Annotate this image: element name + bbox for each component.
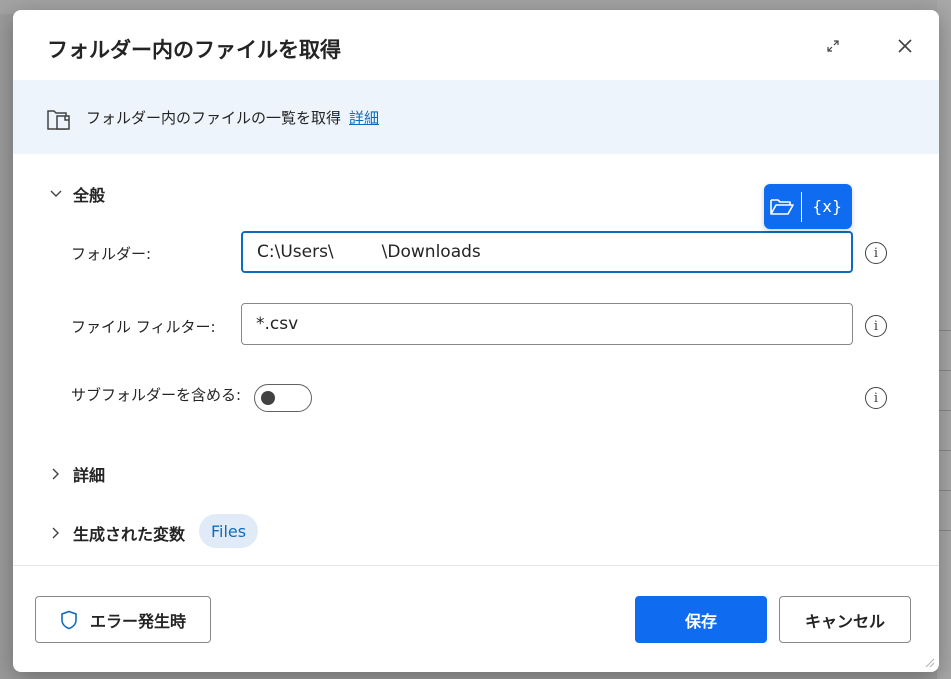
include-subfolders-help-icon[interactable]: i <box>865 387 887 409</box>
folder-help-icon[interactable]: i <box>865 242 887 264</box>
folder-label: フォルダー: <box>71 245 152 263</box>
description-banner: フォルダー内のファイルの一覧を取得 詳細 <box>13 80 939 154</box>
details-section-label: 詳細 <box>73 466 106 485</box>
shield-icon <box>61 610 77 629</box>
expand-icon <box>827 40 839 52</box>
file-filter-input[interactable]: *.csv <box>241 303 853 345</box>
folder-input[interactable]: C:\Users\ \Downloads <box>241 231 853 273</box>
folder-picker-toolbar: {x} <box>764 184 852 229</box>
on-error-button[interactable]: エラー発生時 <box>35 596 211 643</box>
folder-files-icon <box>47 110 70 130</box>
footer-divider <box>13 565 939 566</box>
general-section-toggle[interactable]: 全般 <box>49 182 105 206</box>
save-button[interactable]: 保存 <box>635 596 767 643</box>
general-section-label: 全般 <box>73 186 106 205</box>
include-subfolders-toggle[interactable] <box>254 384 312 412</box>
folder-open-icon <box>770 198 795 215</box>
include-subfolders-label: サブフォルダーを含める: <box>71 386 242 404</box>
resize-grip-icon[interactable] <box>923 656 935 668</box>
toggle-knob <box>261 391 275 405</box>
close-button[interactable] <box>889 30 921 62</box>
chevron-right-icon <box>49 467 63 481</box>
generated-variables-toggle[interactable]: 生成された変数 <box>49 521 185 545</box>
file-filter-help-icon[interactable]: i <box>865 315 887 337</box>
variable-chip-files[interactable]: Files <box>199 514 259 548</box>
close-icon <box>898 39 912 53</box>
cancel-button[interactable]: キャンセル <box>779 596 911 643</box>
learn-more-link[interactable]: 詳細 <box>349 109 379 127</box>
insert-variable-button[interactable]: {x} <box>802 184 852 229</box>
file-filter-label: ファイル フィルター: <box>71 318 216 336</box>
generated-variables-label: 生成された変数 <box>73 525 186 544</box>
details-section-toggle[interactable]: 詳細 <box>49 462 105 486</box>
get-files-dialog: フォルダー内のファイルを取得 フォルダー内のファイルの一覧を取得 詳細 全般 フォ… <box>13 10 939 672</box>
dialog-title: フォルダー内のファイルを取得 <box>47 38 341 62</box>
browse-folder-button[interactable] <box>764 184 801 229</box>
background-side-panel <box>937 0 951 679</box>
description-text: フォルダー内のファイルの一覧を取得 詳細 <box>86 109 380 127</box>
expand-button[interactable] <box>817 30 849 62</box>
chevron-down-icon <box>49 187 63 201</box>
chevron-right-icon <box>49 526 63 540</box>
